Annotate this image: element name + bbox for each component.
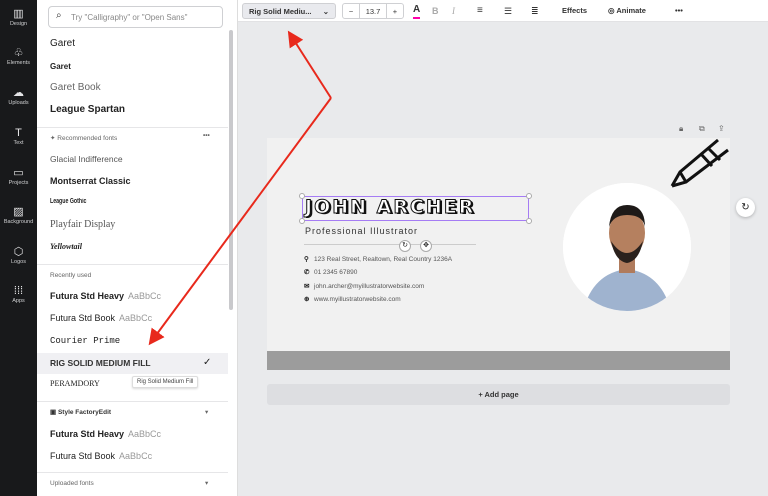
font-search-input[interactable]: ⌕ Try "Calligraphy" or "Open Sans" [48, 6, 223, 28]
increase-button[interactable]: + [387, 4, 403, 18]
uploaded-fonts-header[interactable]: Uploaded fonts [50, 480, 94, 487]
nav-projects[interactable]: ▭ Projects [0, 167, 37, 186]
duplicate-icon[interactable]: ⧉ [699, 124, 705, 134]
text-icon: T [15, 127, 22, 139]
font-item[interactable]: Montserrat Classic [50, 176, 131, 186]
font-item[interactable]: League Gothic [50, 198, 86, 205]
left-nav: ▥ Design ♧ Elements ☁ Uploads T Text ▭ Projec… [0, 0, 37, 496]
address-line[interactable]: ⚲ 123 Real Street, Realtown, Real Country… [304, 255, 452, 263]
website-line[interactable]: ⊕ www.myillustratorwebsite.com [304, 295, 401, 303]
nav-logos[interactable]: ⬡ Logos [0, 246, 37, 265]
font-item[interactable]: League Spartan [50, 104, 125, 115]
search-icon: ⌕ [56, 10, 62, 21]
location-pin-icon: ⚲ [304, 256, 309, 263]
font-item[interactable]: Futura Std Heavy AaBbCc [50, 291, 161, 301]
divider [37, 472, 228, 473]
divider [37, 264, 228, 265]
font-size-input[interactable]: 13.7 [360, 4, 387, 18]
effects-button[interactable]: Effects [562, 3, 587, 19]
layout-icon: ▥ [13, 8, 24, 20]
font-item[interactable]: Courier Prime [50, 336, 120, 346]
align-left-icon[interactable]: ≡ [477, 3, 483, 19]
add-page-button[interactable]: + Add page [267, 384, 730, 405]
person-photo [563, 183, 691, 311]
rotate-icon[interactable]: ↻ [399, 240, 411, 252]
font-item[interactable]: Futura Std Book AaBbCc [50, 451, 152, 461]
arrow-to-toolbar [287, 30, 332, 99]
decrease-button[interactable]: − [343, 4, 361, 18]
grid-icon: ⁞⁞⁞ [13, 285, 24, 297]
card-title[interactable]: Professional Illustrator [305, 226, 418, 236]
font-dropdown[interactable]: Rig Solid Mediu... ⌄ [242, 3, 336, 19]
recommended-header: ✦ Recommended fonts [50, 135, 118, 142]
chevron-down-icon[interactable]: ▾ [205, 408, 208, 416]
nav-apps[interactable]: ⁞⁞⁞ Apps [0, 285, 37, 304]
phone-icon: ✆ [304, 269, 310, 276]
bold-button[interactable]: B [432, 3, 439, 19]
nav-elements[interactable]: ♧ Elements [0, 47, 37, 66]
divider [37, 127, 228, 128]
font-item[interactable]: Garet Book [50, 82, 101, 93]
font-size-stepper[interactable]: −13.7 + [342, 3, 404, 19]
mail-icon: ✉ [304, 283, 310, 290]
spacing-icon[interactable]: ≣ [531, 3, 539, 19]
recent-header: Recently used [50, 272, 92, 279]
font-item[interactable]: Futura Std Book AaBbCc [50, 313, 152, 323]
footer-band [267, 351, 730, 370]
email-line[interactable]: ✉ john.archer@myillustratorwebsite.com [304, 282, 424, 290]
more-options-icon[interactable]: ••• [203, 132, 210, 139]
cloud-upload-icon: ☁ [13, 87, 24, 99]
divider [37, 401, 228, 402]
divider-line [304, 244, 476, 245]
pencil-graphic [670, 138, 729, 188]
pattern-icon: ▨ [13, 206, 24, 218]
font-item[interactable]: PERAMDORY [50, 379, 100, 388]
scrollbar[interactable] [229, 30, 233, 310]
card-name[interactable]: JOHN ARCHER [304, 196, 475, 219]
brand-kit-header[interactable]: ▣ Style FactoryEdit [50, 408, 111, 416]
profile-photo[interactable] [563, 183, 691, 311]
tooltip: Rig Solid Medium Fill [132, 376, 199, 388]
logo-icon: ⬡ [13, 246, 24, 258]
chevron-down-icon[interactable]: ▾ [205, 479, 208, 487]
toolbar: Rig Solid Mediu... ⌄ −13.7 + A B I ≡ ☰ ≣ E… [238, 0, 768, 22]
globe-icon: ⊕ [304, 296, 310, 303]
animate-button[interactable]: ◎ Animate [608, 3, 646, 19]
resize-handle[interactable] [299, 218, 305, 224]
brand-kit-icon: ▣ [50, 409, 58, 416]
text-color-icon[interactable]: A [413, 3, 421, 19]
share-icon[interactable]: ⇪ [718, 124, 725, 133]
list-icon[interactable]: ☰ [504, 3, 512, 19]
nav-text[interactable]: T Text [0, 127, 37, 146]
folder-icon: ▭ [13, 167, 24, 179]
font-item[interactable]: Garet [50, 62, 71, 71]
font-panel: ⌕ Try "Calligraphy" or "Open Sans" Garet … [37, 0, 238, 496]
font-item[interactable]: Yellowtail [50, 242, 82, 251]
resize-handle[interactable] [526, 218, 532, 224]
refresh-icon[interactable]: ↻ [736, 198, 755, 217]
nav-uploads[interactable]: ☁ Uploads [0, 87, 37, 106]
font-item[interactable]: Futura Std Heavy AaBbCc [50, 429, 161, 439]
phone-line[interactable]: ✆ 01 2345 67890 [304, 268, 357, 276]
font-item-selected[interactable]: RIG SOLID MEDIUM FILL [50, 358, 151, 368]
font-item[interactable]: Garet [50, 38, 75, 49]
move-icon[interactable]: ✥ [420, 240, 432, 252]
nav-background[interactable]: ▨ Background [0, 206, 37, 225]
italic-button[interactable]: I [452, 3, 455, 19]
font-item[interactable]: Glacial Indifference [50, 154, 123, 164]
chevron-down-icon: ⌄ [322, 7, 329, 16]
resize-handle[interactable] [526, 193, 532, 199]
font-item[interactable]: Playfair Display [50, 219, 115, 230]
check-icon: ✓ [203, 357, 212, 368]
more-button[interactable]: ••• [675, 3, 683, 19]
lock-icon[interactable]: 🔒︎ [679, 124, 683, 134]
nav-design[interactable]: ▥ Design [0, 8, 37, 27]
shapes-icon: ♧ [13, 47, 24, 59]
